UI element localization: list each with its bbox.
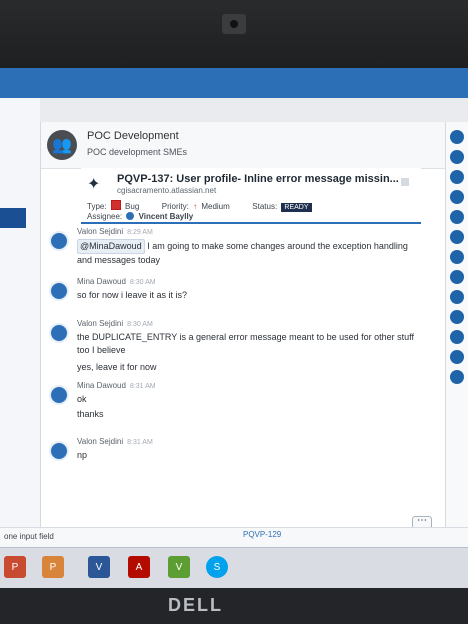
- sender-name: Valon Sejdini: [77, 437, 124, 446]
- jira-issue-card[interactable]: ✦ PQVP-137: User profile- Inline error m…: [81, 168, 421, 224]
- screen: 👥 POC Development POC development SMEs ✦…: [0, 68, 468, 588]
- os-taskbar: P P V A V S: [0, 547, 468, 588]
- close-card-icon[interactable]: [401, 178, 409, 186]
- user-avatar-icon: [49, 281, 69, 301]
- member-avatar-icon[interactable]: [450, 210, 464, 224]
- bug-icon: [110, 200, 121, 210]
- sender-name: Valon Sejdini: [77, 227, 124, 236]
- message-time: 8:31 AM: [129, 383, 156, 390]
- member-avatar-icon[interactable]: [450, 130, 464, 144]
- left-selected-accent: [0, 208, 26, 228]
- message-body: the DUPLICATE_ENTRY is a general error m…: [77, 332, 414, 355]
- message-sender: Valon Sejdini 8:29 AM: [77, 227, 153, 236]
- assignee-value: Vincent Baylly: [138, 212, 194, 221]
- sender-name: Mina Dawoud: [77, 277, 126, 286]
- member-avatar-icon[interactable]: [450, 290, 464, 304]
- sender-name: Mina Dawoud: [77, 381, 126, 390]
- taskbar-app-icon[interactable]: S: [206, 556, 228, 578]
- message-body: thanks: [77, 409, 104, 419]
- message-sender: Mina Dawoud 8:30 AM: [77, 277, 156, 286]
- member-avatar-icon[interactable]: [450, 350, 464, 364]
- left-panel: [0, 98, 40, 568]
- user-avatar-icon: [49, 441, 69, 461]
- room-avatar-icon: 👥: [47, 130, 77, 160]
- type-label: Type:: [87, 202, 107, 211]
- message-list: Valon Sejdini 8:29 AM @MinaDawoud I am go…: [41, 225, 446, 560]
- top-app-bar: [0, 68, 468, 98]
- user-avatar-icon: [49, 385, 69, 405]
- laptop-bezel-bottom: [0, 588, 468, 624]
- member-avatar-icon[interactable]: [450, 370, 464, 384]
- member-avatar-icon[interactable]: [450, 150, 464, 164]
- message-body: np: [77, 450, 88, 460]
- assignee-avatar-icon: [126, 212, 135, 220]
- user-avatar-icon: [49, 323, 69, 343]
- assignee-label: Assignee:: [87, 212, 123, 221]
- message-sender: Mina Dawoud 8:31 AM: [77, 381, 156, 390]
- status-badge: READY: [281, 203, 312, 212]
- room-header: 👥 POC Development POC development SMEs: [41, 122, 446, 169]
- message-time: 8:29 AM: [127, 229, 153, 236]
- jira-icon: ✦: [87, 176, 101, 193]
- message-text: @MinaDawoud I am going to make some chan…: [77, 239, 417, 267]
- brand-logo: DELL: [168, 595, 223, 615]
- member-avatar-icon[interactable]: [450, 330, 464, 344]
- member-avatar-icon[interactable]: [450, 190, 464, 204]
- mention-chip[interactable]: @MinaDawoud: [77, 239, 145, 254]
- sender-name: Valon Sejdini: [77, 319, 124, 328]
- taskbar-app-icon[interactable]: V: [168, 556, 190, 578]
- message-body: so for now i leave it as it is?: [77, 290, 188, 300]
- room-title: POC Development: [87, 130, 179, 142]
- webcam: [222, 14, 246, 34]
- user-avatar-icon: [49, 231, 69, 251]
- message-body: yes, leave it for now: [77, 362, 157, 372]
- issue-meta-row: Type: Bug Priority: ↑ Medium Status: REA…: [87, 200, 312, 212]
- issue-title[interactable]: PQVP-137: User profile- Inline error mes…: [117, 173, 399, 185]
- laptop-bezel-top: [0, 0, 468, 68]
- chat-window: 👥 POC Development POC development SMEs ✦…: [40, 122, 446, 581]
- message-time: 8:30 AM: [127, 321, 153, 328]
- priority-label: Priority:: [161, 202, 189, 211]
- message-sender: Valon Sejdini 8:31 AM: [77, 437, 153, 446]
- taskbar-app-icon[interactable]: P: [42, 556, 64, 578]
- member-avatar-icon[interactable]: [450, 250, 464, 264]
- right-member-rail: [445, 122, 468, 562]
- member-avatar-icon[interactable]: [450, 310, 464, 324]
- priority-value: Medium: [201, 202, 230, 211]
- priority-arrow-icon: ↑: [193, 202, 198, 211]
- assignee-row: Assignee: Vincent Baylly: [87, 212, 193, 221]
- issue-pill[interactable]: PQVP-129: [243, 530, 281, 539]
- room-subtitle: POC development SMEs: [87, 147, 188, 157]
- message-sender: Valon Sejdini 8:30 AM: [77, 319, 153, 328]
- issue-site: cgisacramento.atlassian.net: [117, 186, 217, 195]
- taskbar-app-icon[interactable]: V: [88, 556, 110, 578]
- message-body: ok: [77, 394, 87, 404]
- taskbar-app-icon[interactable]: P: [4, 556, 26, 578]
- message-time: 8:31 AM: [127, 439, 153, 446]
- status-label: Status:: [252, 202, 278, 211]
- member-avatar-icon[interactable]: [450, 230, 464, 244]
- bottom-strip: one input field PQVP-129: [0, 527, 468, 548]
- member-avatar-icon[interactable]: [450, 270, 464, 284]
- taskbar-app-icon[interactable]: A: [128, 556, 150, 578]
- message-time: 8:30 AM: [129, 279, 156, 286]
- type-value: Bug: [125, 202, 140, 211]
- left-hint-text: one input field: [4, 532, 54, 541]
- member-avatar-icon[interactable]: [450, 170, 464, 184]
